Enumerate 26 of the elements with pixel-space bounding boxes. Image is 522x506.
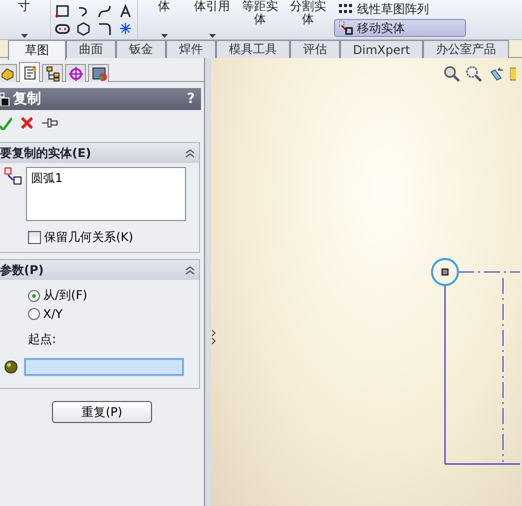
ribbon-tab[interactable]: 曲面 bbox=[66, 40, 116, 58]
repeat-button[interactable]: 重复(P) bbox=[52, 401, 152, 423]
ribbon-tab[interactable]: 评估 bbox=[290, 40, 340, 58]
ribbon-tab[interactable]: 焊件 bbox=[166, 40, 216, 58]
field-label: 起点: bbox=[28, 331, 58, 348]
radio-label: 从/到(F) bbox=[43, 287, 88, 304]
ribbon-tab[interactable]: 模具工具 bbox=[216, 40, 290, 58]
section-title: 参数(P) bbox=[0, 262, 44, 278]
radio-label: X/Y bbox=[43, 307, 63, 321]
ribbon-tab[interactable]: 钣金 bbox=[116, 40, 166, 58]
ribbon-tab[interactable]: 办公室产品 bbox=[423, 40, 510, 58]
ribbon-button[interactable]: 体 bbox=[142, 0, 186, 39]
ribbon-button[interactable]: 线性草图阵列 bbox=[334, 0, 466, 18]
ribbon-tab[interactable]: 草图 bbox=[8, 40, 66, 60]
ribbon-button[interactable]: 分割实体 bbox=[286, 0, 330, 39]
ribbon-button[interactable]: 移动实体 bbox=[334, 19, 466, 37]
checkbox-label: 保留几何关系(K) bbox=[44, 229, 134, 246]
selection-list[interactable]: 圆弧1 bbox=[26, 167, 186, 221]
section-title: 要复制的实体(E) bbox=[0, 144, 92, 162]
ribbon-button[interactable]: 体引用 bbox=[190, 0, 234, 39]
ribbon-button[interactable]: 等距实体 bbox=[238, 0, 282, 39]
ribbon-button[interactable]: 寸 bbox=[2, 0, 46, 39]
ribbon-tab[interactable]: DimXpert bbox=[340, 40, 424, 58]
panel-title: 复制 bbox=[13, 90, 41, 108]
help-button[interactable]: ? bbox=[186, 91, 195, 107]
list-item[interactable]: 圆弧1 bbox=[31, 170, 181, 187]
